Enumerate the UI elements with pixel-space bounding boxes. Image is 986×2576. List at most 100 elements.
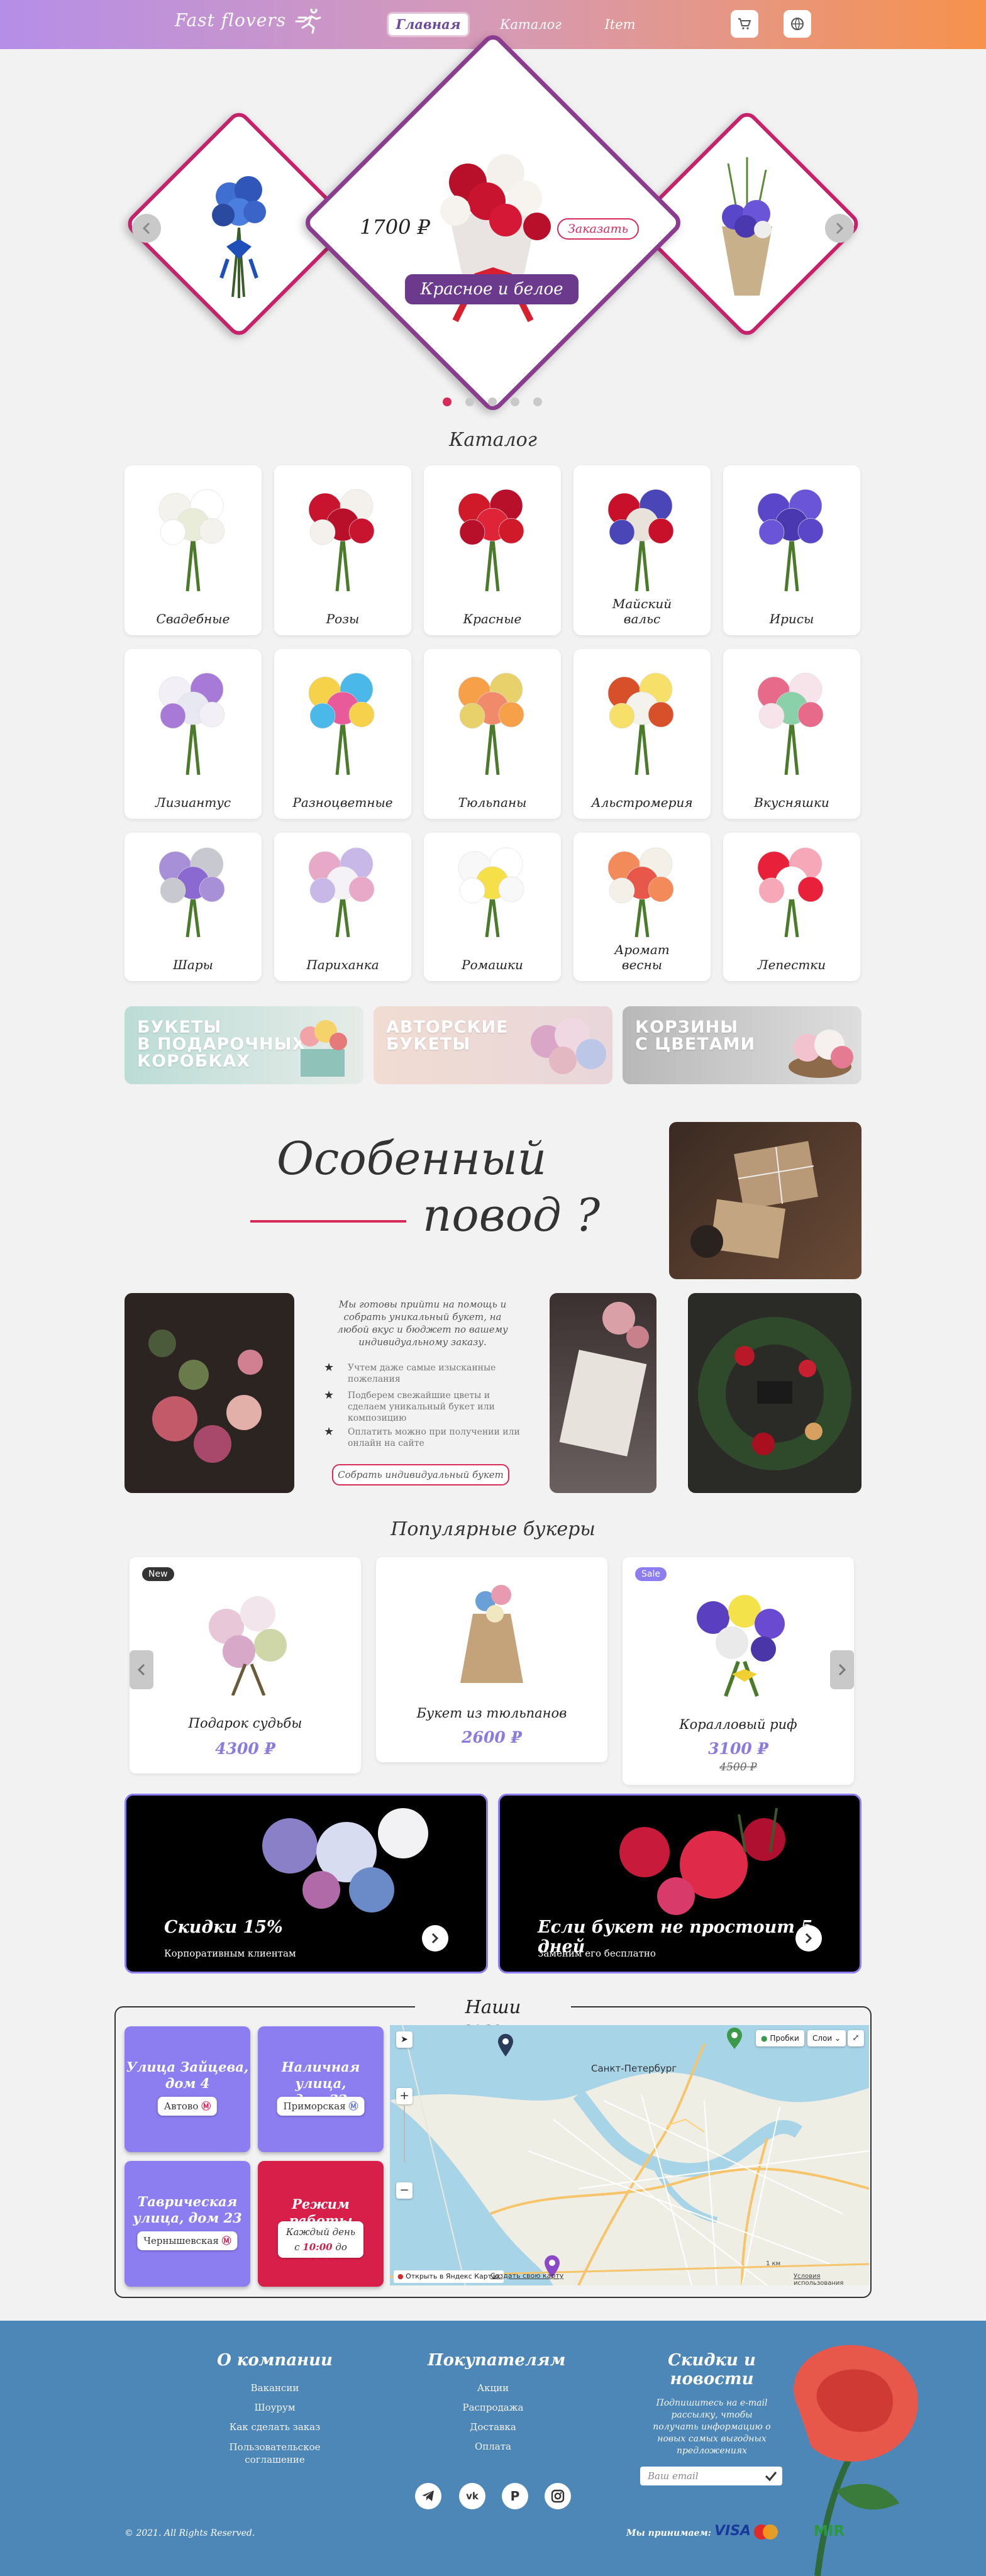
- footer-link-vacancies[interactable]: Вакансии: [208, 2379, 342, 2398]
- promo-arrow-button[interactable]: [422, 1925, 448, 1951]
- footer-link-sale[interactable]: Распродажа: [428, 2398, 558, 2418]
- yandex-pin-icon: ●: [397, 2272, 404, 2280]
- shop-card-tavricheskaya[interactable]: Таврическая улица, дом 23 Чернышевская Ⓜ: [125, 2161, 250, 2287]
- banner-gift-boxes[interactable]: БУКЕТЫ В ПОДАРОЧНЫХ КОРОБКАХ: [125, 1006, 363, 1084]
- language-button[interactable]: [784, 10, 811, 38]
- hero-next-button[interactable]: [825, 214, 854, 243]
- catalog-item[interactable]: Ромашки: [424, 833, 561, 981]
- catalog-item-label: Свадебные: [156, 611, 230, 626]
- carousel-dot-1[interactable]: [443, 397, 451, 406]
- product-price: 2600 ₽: [462, 1728, 522, 1746]
- chevron-right-icon: [836, 222, 844, 235]
- hero-prev-button[interactable]: [132, 214, 161, 243]
- occasion-divider: [250, 1220, 406, 1223]
- cart-button[interactable]: [731, 10, 758, 38]
- carousel-dot-3[interactable]: [488, 397, 497, 406]
- catalog-item[interactable]: Вкусняшки: [723, 649, 860, 819]
- catalog-item[interactable]: Париханка: [274, 833, 411, 981]
- catalog-item-image: [607, 672, 674, 775]
- shop-card-nalichnaya[interactable]: Наличная улица, дом 32 Приморская Ⓜ: [258, 2026, 384, 2152]
- catalog-item-image: [458, 847, 524, 938]
- popular-prev-button[interactable]: [130, 1650, 153, 1689]
- catalog-item[interactable]: Аромат весны: [573, 833, 711, 981]
- footer-link-payment[interactable]: Оплата: [428, 2437, 558, 2457]
- catalog-item[interactable]: Шары: [125, 833, 262, 981]
- footer-link-how-to-order[interactable]: Как сделать заказ: [208, 2418, 342, 2437]
- catalog-item[interactable]: Красные: [424, 465, 561, 635]
- map-create-link[interactable]: Создать свою карту: [490, 2272, 563, 2280]
- catalog-item-image: [757, 489, 824, 592]
- catalog-item[interactable]: Лизиантус: [125, 649, 262, 819]
- promo-arrow-button[interactable]: [795, 1925, 822, 1951]
- map-traffic-button[interactable]: ● Пробки: [756, 2030, 804, 2046]
- map-locate-button[interactable]: ➤: [396, 2031, 413, 2048]
- nav-catalog[interactable]: Каталог: [493, 14, 568, 35]
- map-pin-icon[interactable]: [726, 2028, 743, 2050]
- catalog-item[interactable]: Тюльпаны: [424, 649, 561, 819]
- map-zoom-in-button[interactable]: +: [396, 2088, 413, 2104]
- carousel-dot-5[interactable]: [533, 397, 542, 406]
- product-image: [697, 1595, 785, 1697]
- order-button[interactable]: Заказать: [557, 218, 639, 240]
- yandex-map[interactable]: Санкт-Петербург ➤ + − ● Пробки Слои ⌄ ⤢ …: [390, 2025, 869, 2285]
- carousel-dot-2[interactable]: [465, 397, 474, 406]
- vk-button[interactable]: vk: [459, 2483, 485, 2509]
- catalog-item-image: [308, 489, 375, 592]
- hours-close: 21:00: [306, 2257, 336, 2268]
- product-card-2[interactable]: Букет из тюльпанов 2600 ₽: [376, 1557, 607, 1762]
- instagram-button[interactable]: [545, 2483, 571, 2509]
- hours-days: Каждый день: [285, 2226, 356, 2238]
- map-zoom-out-button[interactable]: −: [396, 2182, 413, 2199]
- catalog-item[interactable]: Ирисы: [723, 465, 860, 635]
- catalog-item[interactable]: Лепестки: [723, 833, 860, 981]
- pinterest-button[interactable]: P: [502, 2483, 528, 2509]
- sale-badge: Sale: [635, 1567, 667, 1581]
- footer-link-promotions[interactable]: Акции: [428, 2379, 558, 2398]
- checkmark-icon[interactable]: [765, 2470, 777, 2482]
- catalog-item[interactable]: Разноцветные: [274, 649, 411, 819]
- footer-link-agreement[interactable]: Пользовательское соглашение: [208, 2441, 342, 2466]
- catalog-item[interactable]: Майский вальс: [573, 465, 711, 635]
- chevron-down-icon: ⌄: [834, 2034, 841, 2043]
- globe-icon: [791, 18, 804, 30]
- map-open-link[interactable]: ● Открыть в Яндекс Картах: [394, 2270, 504, 2283]
- telegram-button[interactable]: [415, 2483, 441, 2509]
- bouquet-image-iris: [697, 151, 797, 302]
- product-card-3[interactable]: Sale Коралловый риф 3100 ₽ 4500 ₽: [623, 1557, 854, 1785]
- vk-icon: vk: [466, 2490, 479, 2502]
- telegram-icon: [422, 2490, 434, 2501]
- catalog-item-image: [757, 847, 824, 938]
- popular-next-button[interactable]: [830, 1650, 854, 1689]
- product-card-1[interactable]: New Подарок судьбы 4300 ₽: [130, 1557, 361, 1774]
- map-zoom-slider[interactable]: [404, 2106, 405, 2162]
- map-pin-icon[interactable]: [497, 2033, 514, 2058]
- occasion-bullet-1: Учтем даже самые изысканные пожелания: [324, 1362, 525, 1385]
- nav-home[interactable]: Главная: [389, 14, 468, 35]
- carousel-dot-4[interactable]: [511, 397, 519, 406]
- promo-corporate-discount[interactable]: Скидки 15% Корпоративным клиентам: [125, 1794, 488, 1974]
- nav-item[interactable]: Item: [594, 14, 646, 35]
- map-layers-button[interactable]: Слои ⌄: [807, 2030, 846, 2046]
- email-input[interactable]: Ваш email: [640, 2467, 782, 2485]
- logo[interactable]: Fast flovers: [175, 6, 326, 34]
- catalog-item[interactable]: Альстромерия: [573, 649, 711, 819]
- popular-title: Популярные букеры: [391, 1518, 595, 1540]
- newsletter-text: Подпишитесь на e-mail рассылку, чтобы по…: [653, 2398, 771, 2456]
- logo-text: Fast flovers: [175, 9, 287, 31]
- footer-link-showroom[interactable]: Шоурум: [208, 2398, 342, 2418]
- map-fullscreen-button[interactable]: ⤢: [848, 2030, 864, 2046]
- catalog-item[interactable]: Розы: [274, 465, 411, 635]
- catalog-item[interactable]: Свадебные: [125, 465, 262, 635]
- custom-bouquet-button[interactable]: Собрать индивидуальный букет: [332, 1464, 509, 1485]
- metro-name: Автово: [163, 2101, 199, 2112]
- promo-replacement-guarantee[interactable]: Если букет не простоит 5 дней Заменим ег…: [498, 1794, 861, 1974]
- banner-flower-baskets[interactable]: КОРЗИНЫ С ЦВЕТАМИ: [623, 1006, 861, 1084]
- banner-flowers-image: [531, 1018, 606, 1074]
- map-terms-link[interactable]: Условия использования: [794, 2273, 869, 2285]
- footer-link-delivery[interactable]: Доставка: [428, 2418, 558, 2437]
- catalog-item-label: Вкусняшки: [754, 795, 829, 810]
- map-city-label: Санкт-Петербург: [591, 2063, 677, 2074]
- copyright: © 2021. All Rights Reserved.: [125, 2528, 255, 2538]
- banner-author-bouquets[interactable]: АВТОРСКИЕ БУКЕТЫ: [374, 1006, 612, 1084]
- shop-card-zaytseva[interactable]: Улица Зайцева, дом 4 Автово Ⓜ: [125, 2026, 250, 2152]
